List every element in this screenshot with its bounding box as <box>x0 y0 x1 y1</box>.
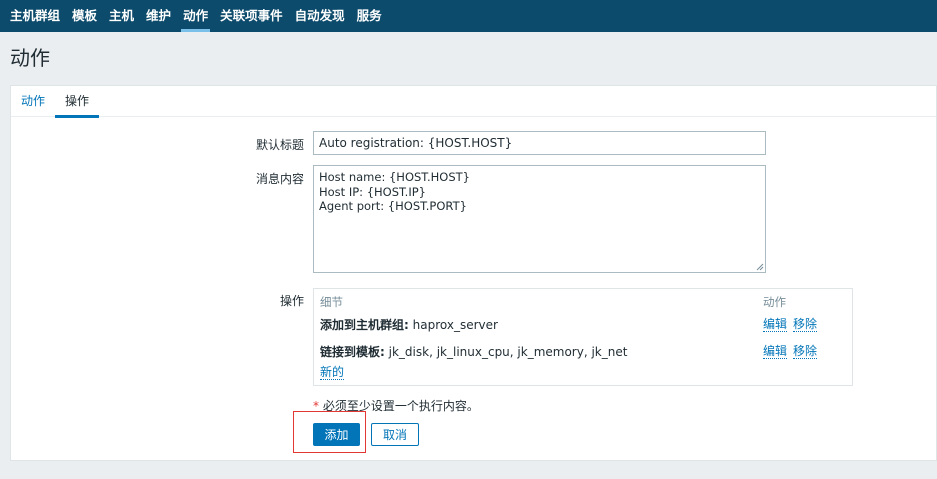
nav-item-actions[interactable]: 动作 <box>177 0 214 32</box>
cancel-button[interactable]: 取消 <box>371 423 419 446</box>
nav-item-correlation[interactable]: 关联项事件 <box>214 0 289 32</box>
operation-row-text: 链接到模板: jk_disk, jk_linux_cpu, jk_memory,… <box>320 343 627 360</box>
operation-row-text: 添加到主机群组: haprox_server <box>320 316 498 333</box>
message-label: 消息内容 <box>255 172 304 186</box>
nav-item-discovery[interactable]: 自动发现 <box>289 0 351 32</box>
nav-item-maintenance[interactable]: 维护 <box>140 0 177 32</box>
operation-prefix: 链接到模板: <box>320 345 385 359</box>
message-line: Host name: {HOST.HOST} <box>319 170 470 184</box>
header-action: 动作 <box>763 295 786 309</box>
message-textarea[interactable]: Host name: {HOST.HOST} Host IP: {HOST.IP… <box>313 165 766 273</box>
operations-label: 操作 <box>279 294 304 308</box>
default-subject-label: 默认标题 <box>255 138 304 152</box>
new-operation-link[interactable]: 新的 <box>320 365 345 380</box>
tab-operations[interactable]: 操作 <box>55 86 100 118</box>
operation-prefix: 添加到主机群组: <box>320 318 409 332</box>
edit-link[interactable]: 编辑 <box>763 344 788 359</box>
add-button[interactable]: 添加 <box>313 423 360 446</box>
message-line: Agent port: {HOST.PORT} <box>319 199 467 213</box>
remove-link[interactable]: 移除 <box>793 344 818 359</box>
operation-value: jk_disk, jk_linux_cpu, jk_memory, jk_net <box>388 345 628 359</box>
nav-item-hosts[interactable]: 主机 <box>103 0 140 32</box>
top-nav: 主机群组 模板 主机 维护 动作 关联项事件 自动发现 服务 <box>0 0 937 32</box>
edit-link[interactable]: 编辑 <box>763 317 788 332</box>
page-title: 动作 <box>10 46 50 70</box>
form-panel: 动作 操作 默认标题 消息内容 Host name: {HOST.HOST} H… <box>10 85 937 461</box>
tab-action[interactable]: 动作 <box>11 86 55 117</box>
resize-grip-icon[interactable] <box>756 263 764 271</box>
nav-item-services[interactable]: 服务 <box>351 0 388 32</box>
remove-link[interactable]: 移除 <box>793 317 818 332</box>
message-line: Host IP: {HOST.IP} <box>319 184 426 199</box>
nav-item-templates[interactable]: 模板 <box>66 0 103 32</box>
operation-value: haprox_server <box>412 318 498 332</box>
operations-table: 细节 动作 添加到主机群组: haprox_server 编辑 移除 链接到模板… <box>313 288 853 386</box>
tab-bar: 动作 操作 <box>11 86 936 118</box>
header-details: 细节 <box>320 295 343 309</box>
nav-item-host-groups[interactable]: 主机群组 <box>4 0 66 32</box>
default-subject-input[interactable] <box>313 131 766 155</box>
